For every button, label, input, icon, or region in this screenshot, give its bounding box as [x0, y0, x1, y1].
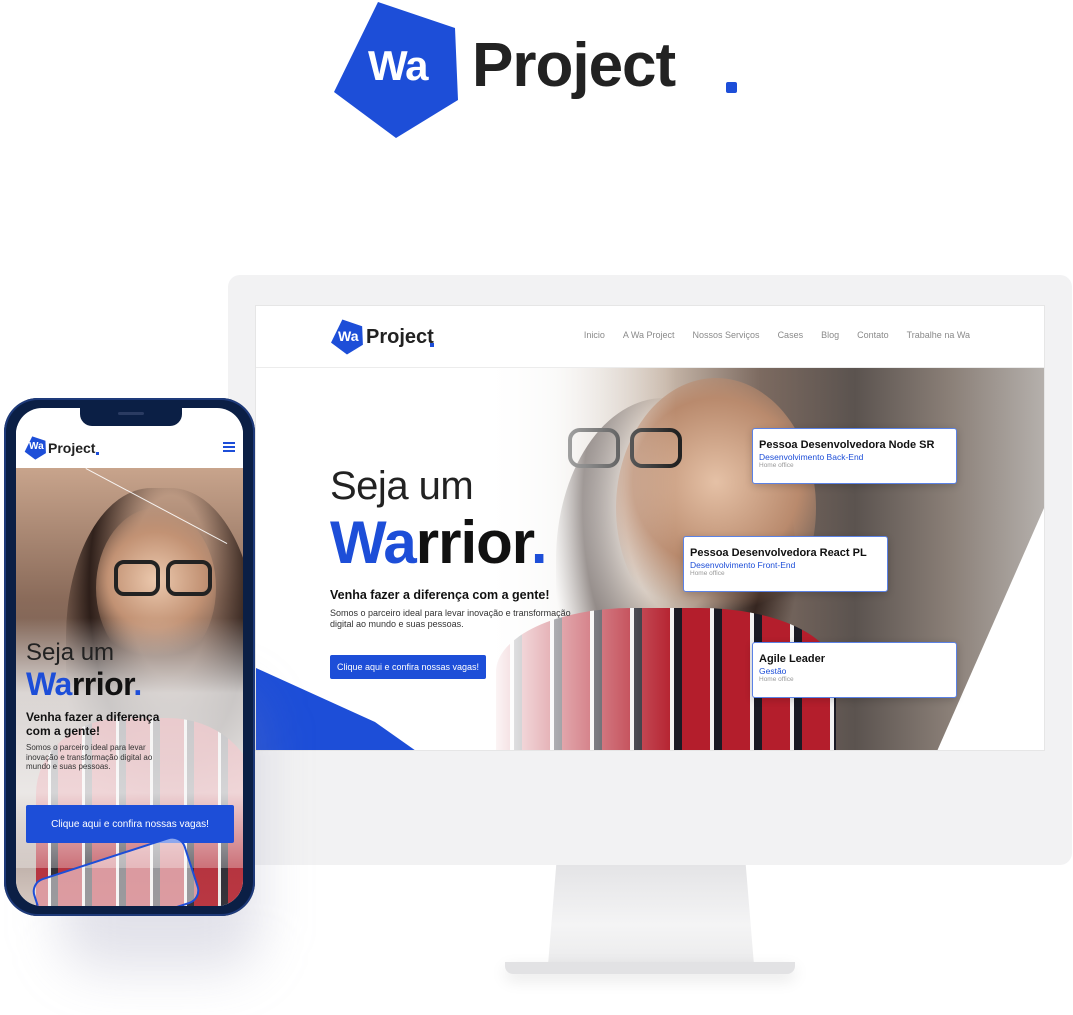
- job-card[interactable]: Agile Leader Gestão Home office: [752, 642, 957, 698]
- nav-item-contato[interactable]: Contato: [857, 330, 889, 340]
- nav-item-trabalhe[interactable]: Trabalhe na Wa: [907, 330, 970, 340]
- monitor-base: [505, 962, 795, 974]
- mobile-cta-vagas-button[interactable]: Clique aqui e confira nossas vagas!: [26, 805, 234, 843]
- job-location: Home office: [690, 570, 725, 577]
- hero-subtitle: Venha fazer a diferença com a gente!: [330, 588, 550, 602]
- desktop-header: Wa Project Inicio A Wa Project Nossos Se…: [256, 306, 1044, 368]
- monitor-stand: [548, 865, 754, 965]
- phone-frame: Wa Project Seja um Warrior. Venha fazer …: [4, 398, 255, 916]
- job-location: Home office: [759, 676, 794, 683]
- logo-word: Project: [472, 31, 676, 100]
- phone-notch: [80, 408, 182, 426]
- job-location: Home office: [759, 462, 794, 469]
- nav-item-servicos[interactable]: Nossos Serviços: [693, 330, 760, 340]
- logo-mark-text: Wa: [368, 42, 428, 89]
- mobile-description: Somos o parceiro ideal para levar inovaç…: [26, 743, 153, 771]
- job-card[interactable]: Pessoa Desenvolvedora React PL Desenvolv…: [683, 536, 888, 592]
- hero-title-dot: .: [530, 509, 548, 576]
- hero-title-rest: rrior: [71, 666, 134, 702]
- job-title: Pessoa Desenvolvedora React PL: [690, 547, 867, 559]
- cta-vagas-button[interactable]: Clique aqui e confira nossas vagas!: [330, 655, 486, 679]
- nav-item-blog[interactable]: Blog: [821, 330, 839, 340]
- logo-mark-text: Wa: [338, 328, 359, 344]
- hero-title-accent: Wa: [26, 666, 72, 702]
- job-title: Agile Leader: [759, 653, 826, 665]
- logo-dot: [430, 343, 434, 347]
- phone-speaker: [118, 412, 144, 415]
- logo-mark-text: Wa: [29, 441, 44, 452]
- hero-white-wedge: [934, 508, 1044, 750]
- mobile-header: Wa Project: [16, 426, 243, 468]
- logo-dot: [726, 82, 737, 93]
- desktop-screen: Wa Project Inicio A Wa Project Nossos Se…: [256, 306, 1044, 750]
- mobile-title-bold: Warrior.: [26, 666, 142, 703]
- job-category: Gestão: [759, 666, 787, 676]
- hero-title-bold: Warrior.: [330, 508, 547, 577]
- logo-word: Project: [366, 326, 434, 348]
- nav-item-wa-project[interactable]: A Wa Project: [623, 330, 675, 340]
- mobile-screen: Wa Project Seja um Warrior. Venha fazer …: [16, 408, 243, 906]
- desktop-nav: Inicio A Wa Project Nossos Serviços Case…: [584, 330, 970, 340]
- mobile-logo[interactable]: Wa Project: [24, 434, 114, 460]
- hero-title-light: Seja um: [330, 464, 474, 508]
- nav-item-inicio[interactable]: Inicio: [584, 330, 605, 340]
- logo-dot: [96, 452, 99, 455]
- hero-photo-glasses: [114, 560, 160, 596]
- nav-item-cases[interactable]: Cases: [778, 330, 804, 340]
- hero-description: Somos o parceiro ideal para levar inovaç…: [330, 608, 571, 629]
- desktop-logo[interactable]: Wa Project: [330, 319, 450, 355]
- job-title: Pessoa Desenvolvedora Node SR: [759, 439, 935, 451]
- desktop-hero: Seja um Warrior. Venha fazer a diferença…: [256, 368, 1044, 750]
- hero-photo-glasses: [166, 560, 212, 596]
- hero-title-rest: rrior: [415, 509, 532, 576]
- job-card[interactable]: Pessoa Desenvolvedora Node SR Desenvolvi…: [752, 428, 957, 484]
- brand-logo: Wa Project: [330, 0, 750, 140]
- logo-word: Project: [48, 440, 96, 456]
- hamburger-menu-icon[interactable]: [223, 442, 235, 452]
- mobile-title-light: Seja um: [26, 639, 115, 666]
- job-category: Desenvolvimento Back-End: [759, 452, 864, 462]
- job-category: Desenvolvimento Front-End: [690, 560, 796, 570]
- mobile-subtitle: Venha fazer a diferença com a gente!: [26, 710, 160, 738]
- hero-title-accent: Wa: [330, 509, 417, 576]
- hero-title-dot: .: [133, 666, 142, 702]
